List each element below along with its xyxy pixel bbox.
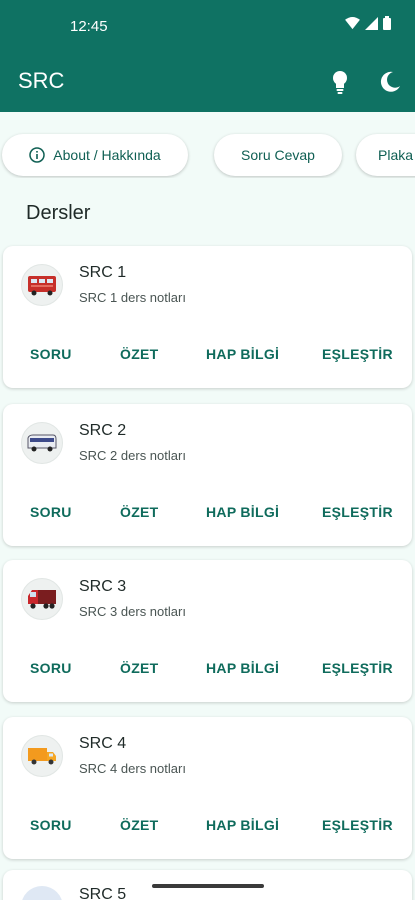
course-subtitle: SRC 1 ders notları [79, 290, 186, 305]
course-card-src3: SRC 3 SRC 3 ders notları SORU ÖZET HAP B… [3, 560, 412, 702]
eslestir-button[interactable]: EŞLEŞTİR [322, 660, 393, 676]
eslestir-button[interactable]: EŞLEŞTİR [322, 346, 393, 362]
battery-icon [383, 16, 391, 30]
info-icon [29, 147, 46, 163]
hap-bilgi-button[interactable]: HAP BİLGİ [206, 817, 279, 833]
status-time: 12:45 [70, 18, 108, 35]
truck-icon [21, 578, 63, 620]
lightbulb-icon [333, 71, 347, 94]
soru-button[interactable]: SORU [30, 346, 72, 362]
chip-soru-cevap[interactable]: Soru Cevap [214, 134, 342, 176]
chip-soru-cevap-label: Soru Cevap [241, 147, 315, 163]
course-subtitle: SRC 4 ders notları [79, 761, 186, 776]
section-title: Dersler [26, 202, 91, 224]
course-actions: SORU ÖZET HAP BİLGİ EŞLEŞTİR [3, 342, 412, 370]
course-title: SRC 2 [79, 422, 127, 439]
delivery-truck-icon [21, 735, 63, 777]
course-subtitle: SRC 2 ders notları [79, 448, 186, 463]
chip-plaka-label: Plaka [378, 147, 414, 163]
course-subtitle: SRC 3 ders notları [79, 604, 186, 619]
chip-about[interactable]: About / Hakkında [2, 134, 188, 176]
ozet-button[interactable]: ÖZET [120, 817, 159, 833]
eslestir-button[interactable]: EŞLEŞTİR [322, 817, 393, 833]
wifi-icon [345, 16, 360, 29]
moon-icon [380, 71, 400, 92]
bus-icon [21, 264, 63, 306]
course-title: SRC 1 [79, 264, 127, 281]
course-title: SRC 3 [79, 578, 127, 595]
hap-bilgi-button[interactable]: HAP BİLGİ [206, 346, 279, 362]
course-title: SRC 5 [79, 886, 127, 900]
course-card-src2: SRC 2 SRC 2 ders notları SORU ÖZET HAP B… [3, 404, 412, 546]
course-actions: SORU ÖZET HAP BİLGİ EŞLEŞTİR [3, 813, 412, 841]
chip-plaka[interactable]: Plaka [356, 134, 415, 176]
ozet-button[interactable]: ÖZET [120, 660, 159, 676]
ozet-button[interactable]: ÖZET [120, 346, 159, 362]
course-actions: SORU ÖZET HAP BİLGİ EŞLEŞTİR [3, 500, 412, 528]
course-actions: SORU ÖZET HAP BİLGİ EŞLEŞTİR [3, 656, 412, 684]
course-avatar [21, 886, 63, 900]
chip-about-label: About / Hakkında [53, 147, 161, 163]
system-icons [345, 16, 391, 30]
home-indicator[interactable] [152, 884, 264, 888]
chip-row: About / Hakkında Soru Cevap Plaka [0, 132, 415, 178]
minibus-icon [21, 422, 63, 464]
lightbulb-button[interactable] [326, 68, 354, 96]
soru-button[interactable]: SORU [30, 504, 72, 520]
status-bar: 12:45 [0, 0, 415, 52]
app-title: SRC [18, 68, 65, 93]
app-bar: SRC [0, 52, 415, 112]
course-card-src4: SRC 4 SRC 4 ders notları SORU ÖZET HAP B… [3, 717, 412, 859]
course-title: SRC 4 [79, 735, 127, 752]
soru-button[interactable]: SORU [30, 817, 72, 833]
eslestir-button[interactable]: EŞLEŞTİR [322, 504, 393, 520]
ozet-button[interactable]: ÖZET [120, 504, 159, 520]
signal-icon [365, 16, 378, 30]
dark-mode-button[interactable] [376, 68, 404, 96]
course-card-src1: SRC 1 SRC 1 ders notları SORU ÖZET HAP B… [3, 246, 412, 388]
hap-bilgi-button[interactable]: HAP BİLGİ [206, 504, 279, 520]
hap-bilgi-button[interactable]: HAP BİLGİ [206, 660, 279, 676]
soru-button[interactable]: SORU [30, 660, 72, 676]
